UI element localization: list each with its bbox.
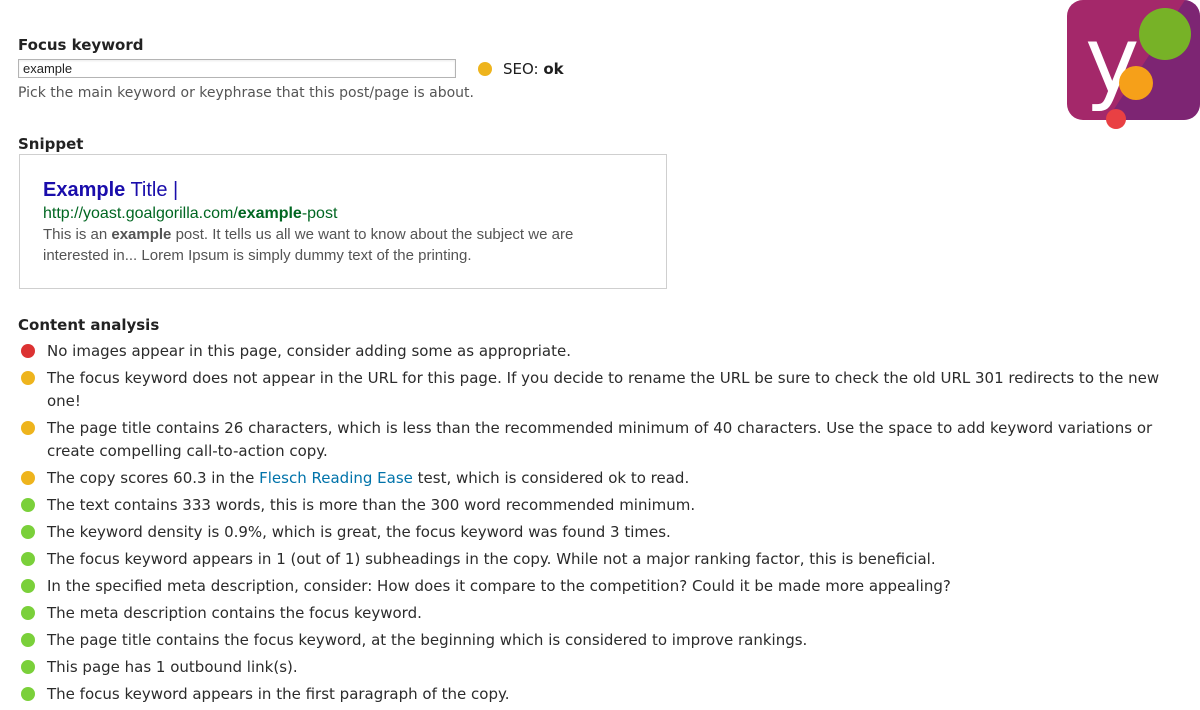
- snippet-title[interactable]: Example Title |: [43, 179, 178, 202]
- green-dot-icon: [21, 633, 35, 647]
- analysis-item: The keyword density is 0.9%, which is gr…: [18, 521, 1188, 544]
- analysis-text: The focus keyword does not appear in the…: [47, 369, 1160, 410]
- analysis-text: The meta description contains the focus …: [47, 604, 422, 622]
- analysis-item: The focus keyword appears in the first p…: [18, 683, 1188, 706]
- focus-keyword-heading: Focus keyword: [18, 36, 144, 54]
- snippet-preview: Example Title | http://yoast.goalgorilla…: [19, 154, 667, 289]
- green-dot-icon: [21, 660, 35, 674]
- red-dot-icon: [21, 344, 35, 358]
- analysis-text: The page title contains 26 characters, w…: [47, 419, 1153, 460]
- analysis-item: The text contains 333 words, this is mor…: [18, 494, 1188, 517]
- green-dot-icon: [21, 579, 35, 593]
- seo-status-prefix: SEO:: [503, 60, 544, 78]
- analysis-text: The keyword density is 0.9%, which is gr…: [47, 523, 671, 541]
- analysis-item: This page has 1 outbound link(s).: [18, 656, 1188, 679]
- green-dot-icon: [21, 687, 35, 701]
- green-dot-icon: [21, 525, 35, 539]
- analysis-text: No images appear in this page, consider …: [47, 342, 571, 360]
- seo-status-text: SEO: ok: [503, 60, 564, 78]
- orange-dot-icon: [21, 471, 35, 485]
- snippet-desc-pre: This is an: [43, 226, 112, 243]
- analysis-text: The focus keyword appears in the first p…: [47, 685, 510, 703]
- analysis-item: The page title contains the focus keywor…: [18, 629, 1188, 652]
- green-dot-icon: [21, 606, 35, 620]
- analysis-text: The text contains 333 words, this is mor…: [47, 496, 696, 514]
- snippet-description[interactable]: This is an example post. It tells us all…: [43, 224, 613, 266]
- yoast-logo-icon: y: [1067, 0, 1200, 129]
- analysis-text: The focus keyword appears in 1 (out of 1…: [47, 550, 936, 568]
- flesch-reading-ease-link[interactable]: Flesch Reading Ease: [259, 469, 413, 487]
- content-analysis-list: No images appear in this page, consider …: [18, 340, 1188, 710]
- content-analysis-heading: Content analysis: [18, 316, 160, 334]
- focus-keyword-input[interactable]: [18, 59, 456, 78]
- seo-status-value: ok: [543, 60, 564, 78]
- snippet-url-keyword: example: [237, 205, 302, 222]
- analysis-text: The page title contains the focus keywor…: [47, 631, 808, 649]
- analysis-item: No images appear in this page, consider …: [18, 340, 1188, 363]
- focus-keyword-help: Pick the main keyword or keyphrase that …: [18, 85, 474, 101]
- snippet-url-suffix: -post: [301, 205, 338, 222]
- snippet-desc-keyword: example: [111, 226, 172, 243]
- orange-dot-icon: [21, 421, 35, 435]
- snippet-heading: Snippet: [18, 135, 84, 153]
- snippet-title-keyword: Example: [43, 179, 126, 201]
- analysis-text: This page has 1 outbound link(s).: [47, 658, 298, 676]
- analysis-item: In the specified meta description, consi…: [18, 575, 1188, 598]
- orange-dot-icon: [478, 62, 492, 76]
- seo-status: SEO: ok: [478, 60, 564, 78]
- snippet-url[interactable]: http://yoast.goalgorilla.com/example-pos…: [43, 205, 337, 223]
- analysis-item: The copy scores 60.3 in the Flesch Readi…: [18, 467, 1188, 490]
- analysis-text-pre: The copy scores 60.3 in the: [47, 469, 260, 487]
- snippet-title-rest: Title |: [125, 179, 179, 201]
- analysis-text: In the specified meta description, consi…: [47, 577, 951, 595]
- analysis-item: The page title contains 26 characters, w…: [18, 417, 1188, 463]
- green-dot-icon: [21, 552, 35, 566]
- snippet-url-prefix: http://yoast.goalgorilla.com/: [43, 205, 238, 222]
- orange-dot-icon: [21, 371, 35, 385]
- green-dot-icon: [21, 498, 35, 512]
- analysis-item: The focus keyword appears in 1 (out of 1…: [18, 548, 1188, 571]
- analysis-text-post: test, which is considered ok to read.: [412, 469, 690, 487]
- analysis-item: The meta description contains the focus …: [18, 602, 1188, 625]
- analysis-item: The focus keyword does not appear in the…: [18, 367, 1188, 413]
